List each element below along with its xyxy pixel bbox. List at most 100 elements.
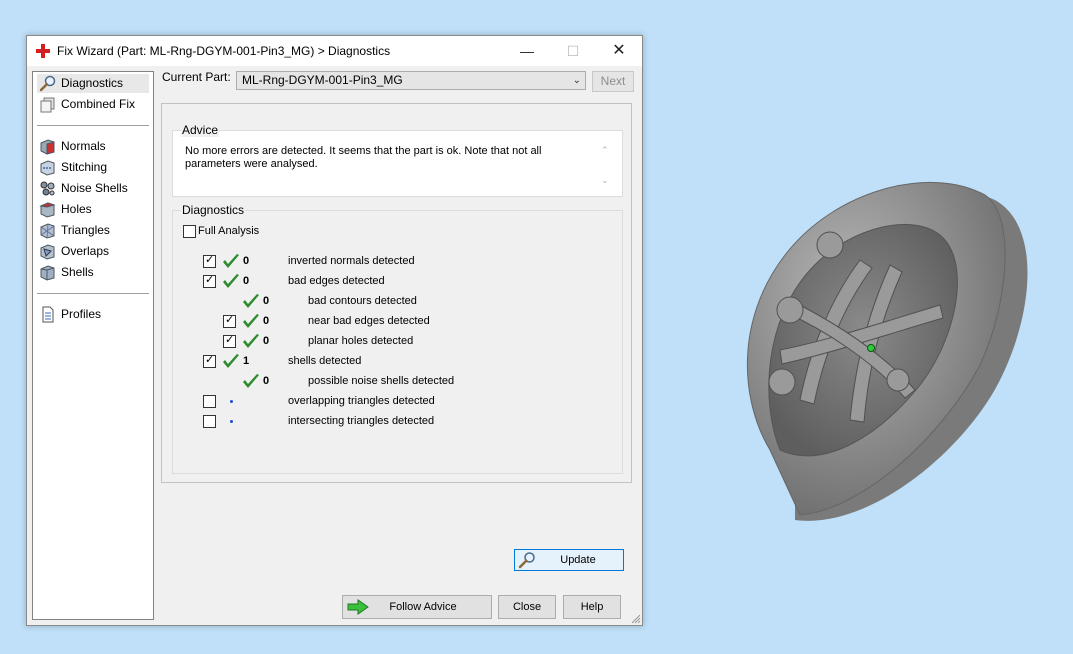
diagnostic-row: ✓ 0 near bad edges detected bbox=[173, 313, 613, 331]
diagnostic-label: overlapping triangles detected bbox=[288, 395, 435, 407]
checkmark-icon: ✓ bbox=[225, 314, 235, 326]
diagnostic-row: overlapping triangles detected bbox=[173, 393, 613, 411]
update-label: Update bbox=[560, 554, 596, 566]
current-part-select[interactable]: ML-Rng-DGYM-001-Pin3_MG ⌄ bbox=[236, 71, 586, 90]
green-check-icon bbox=[223, 354, 239, 368]
model-pivot-point bbox=[867, 344, 875, 352]
sidebar-item-label: Shells bbox=[61, 265, 94, 279]
red-cross-icon bbox=[36, 44, 50, 58]
advice-text: No more errors are detected. It seems th… bbox=[185, 145, 542, 170]
current-part-value: ML-Rng-DGYM-001-Pin3_MG bbox=[242, 73, 403, 87]
close-button[interactable]: Close bbox=[498, 595, 556, 619]
close-window-button[interactable]: ✕ bbox=[596, 36, 642, 66]
green-check-icon bbox=[243, 374, 259, 388]
diagnostic-checkbox[interactable]: ✓ bbox=[203, 254, 216, 268]
green-check-icon bbox=[223, 254, 239, 268]
diagnostic-row: 0 possible noise shells detected bbox=[173, 373, 613, 391]
sidebar-divider bbox=[37, 125, 149, 126]
diagnostic-row: ✓ 0 inverted normals detected bbox=[173, 253, 613, 271]
status-dot-icon bbox=[230, 400, 233, 403]
sidebar-item-label: Holes bbox=[61, 202, 92, 216]
diagnostic-label: shells detected bbox=[288, 355, 362, 367]
sidebar-item-label: Combined Fix bbox=[61, 97, 136, 111]
green-check-icon bbox=[243, 294, 259, 308]
diagnostic-label: intersecting triangles detected bbox=[288, 415, 435, 427]
title-bar[interactable]: Fix Wizard (Part: ML-Rng-DGYM-001-Pin3_M… bbox=[27, 36, 642, 66]
magnifier-icon bbox=[39, 75, 56, 92]
normals-icon bbox=[40, 139, 55, 155]
diagnostics-panel: Advice No more errors are detected. It s… bbox=[161, 103, 632, 571]
sidebar-item-label: Diagnostics bbox=[61, 76, 124, 90]
diagnostics-title: Diagnostics bbox=[181, 203, 246, 217]
3d-model-viewport[interactable] bbox=[740, 170, 1040, 530]
full-analysis-label: Full Analysis bbox=[198, 225, 260, 237]
diagnostic-row: intersecting triangles detected bbox=[173, 413, 613, 431]
next-button[interactable]: Next bbox=[592, 71, 634, 92]
green-check-icon bbox=[243, 314, 259, 328]
diagnostic-count: 1 bbox=[243, 355, 250, 367]
arrow-right-icon bbox=[347, 599, 369, 615]
scroll-up-icon[interactable]: ⌃ bbox=[601, 145, 609, 156]
sidebar: Diagnostics Combined Fix Normals Stitchi… bbox=[32, 71, 154, 620]
diagnostic-label: near bad edges detected bbox=[308, 315, 430, 327]
diagnostic-checkbox[interactable]: ✓ bbox=[203, 274, 216, 288]
holes-icon bbox=[39, 202, 56, 218]
minimize-button[interactable]: — bbox=[504, 36, 550, 66]
sidebar-item-normals[interactable]: Normals bbox=[37, 137, 149, 156]
diagnostic-label: inverted normals detected bbox=[288, 255, 415, 267]
diagnostic-checkbox[interactable]: ✓ bbox=[223, 314, 236, 328]
checkmark-icon: ✓ bbox=[205, 254, 215, 266]
advice-group: Advice No more errors are detected. It s… bbox=[172, 123, 623, 197]
diagnostic-count: 0 bbox=[263, 375, 270, 387]
sidebar-item-noise-shells[interactable]: Noise Shells bbox=[37, 179, 149, 198]
sidebar-item-overlaps[interactable]: Overlaps bbox=[37, 242, 149, 261]
green-check-icon bbox=[223, 274, 239, 288]
diagnostic-count: 0 bbox=[243, 275, 250, 287]
sidebar-item-holes[interactable]: Holes bbox=[37, 200, 149, 219]
advice-title: Advice bbox=[181, 123, 220, 137]
diagnostic-row: 0 bad contours detected bbox=[173, 293, 613, 311]
diagnostic-count: 0 bbox=[263, 295, 270, 307]
profiles-icon bbox=[42, 306, 54, 323]
green-check-icon bbox=[243, 334, 259, 348]
help-button[interactable]: Help bbox=[563, 595, 621, 619]
diagnostic-checkbox[interactable]: ✓ bbox=[223, 334, 236, 348]
diagnostic-checkbox[interactable]: ✓ bbox=[203, 354, 216, 368]
sidebar-item-stitching[interactable]: Stitching bbox=[37, 158, 149, 177]
diagnostic-count: 0 bbox=[243, 255, 250, 267]
fix-wizard-window: Fix Wizard (Part: ML-Rng-DGYM-001-Pin3_M… bbox=[26, 35, 643, 626]
maximize-button[interactable]: ☐ bbox=[550, 36, 596, 66]
scroll-down-icon[interactable]: ⌄ bbox=[601, 175, 609, 186]
full-analysis-checkbox[interactable] bbox=[183, 225, 196, 238]
diagnostic-checkbox[interactable] bbox=[203, 395, 216, 408]
diagnostic-row: ✓ 1 shells detected bbox=[173, 353, 613, 371]
sidebar-item-label: Stitching bbox=[61, 160, 108, 174]
current-part-label: Current Part: bbox=[162, 70, 231, 84]
sidebar-item-label: Profiles bbox=[61, 307, 102, 321]
overlaps-icon bbox=[40, 244, 55, 260]
diagnostic-row: ✓ 0 planar holes detected bbox=[173, 333, 613, 351]
sidebar-item-label: Noise Shells bbox=[61, 181, 128, 195]
resize-grip-icon[interactable] bbox=[631, 614, 641, 624]
follow-advice-button[interactable]: Follow Advice bbox=[342, 595, 492, 619]
status-dot-icon bbox=[230, 420, 233, 423]
sidebar-item-diagnostics[interactable]: Diagnostics bbox=[37, 74, 149, 93]
sidebar-item-triangles[interactable]: Triangles bbox=[37, 221, 149, 240]
combined-fix-icon bbox=[40, 97, 55, 113]
diagnostic-label: possible noise shells detected bbox=[308, 375, 455, 387]
noise-shells-icon bbox=[40, 181, 55, 196]
sidebar-item-profiles[interactable]: Profiles bbox=[37, 305, 149, 324]
sidebar-item-combined-fix[interactable]: Combined Fix bbox=[37, 95, 149, 114]
checkmark-icon: ✓ bbox=[205, 274, 215, 286]
diagnostic-count: 0 bbox=[263, 335, 270, 347]
chevron-down-icon: ⌄ bbox=[572, 75, 581, 86]
diagnostic-checkbox[interactable] bbox=[203, 415, 216, 428]
update-button[interactable]: Update bbox=[514, 549, 624, 571]
stitching-icon bbox=[40, 160, 55, 176]
diagnostic-label: bad contours detected bbox=[308, 295, 417, 307]
window-title: Fix Wizard (Part: ML-Rng-DGYM-001-Pin3_M… bbox=[57, 44, 391, 58]
sidebar-item-shells[interactable]: Shells bbox=[37, 263, 149, 282]
diagnostic-label: planar holes detected bbox=[308, 335, 414, 347]
shells-icon bbox=[40, 265, 55, 281]
follow-advice-label: Follow Advice bbox=[389, 601, 457, 613]
